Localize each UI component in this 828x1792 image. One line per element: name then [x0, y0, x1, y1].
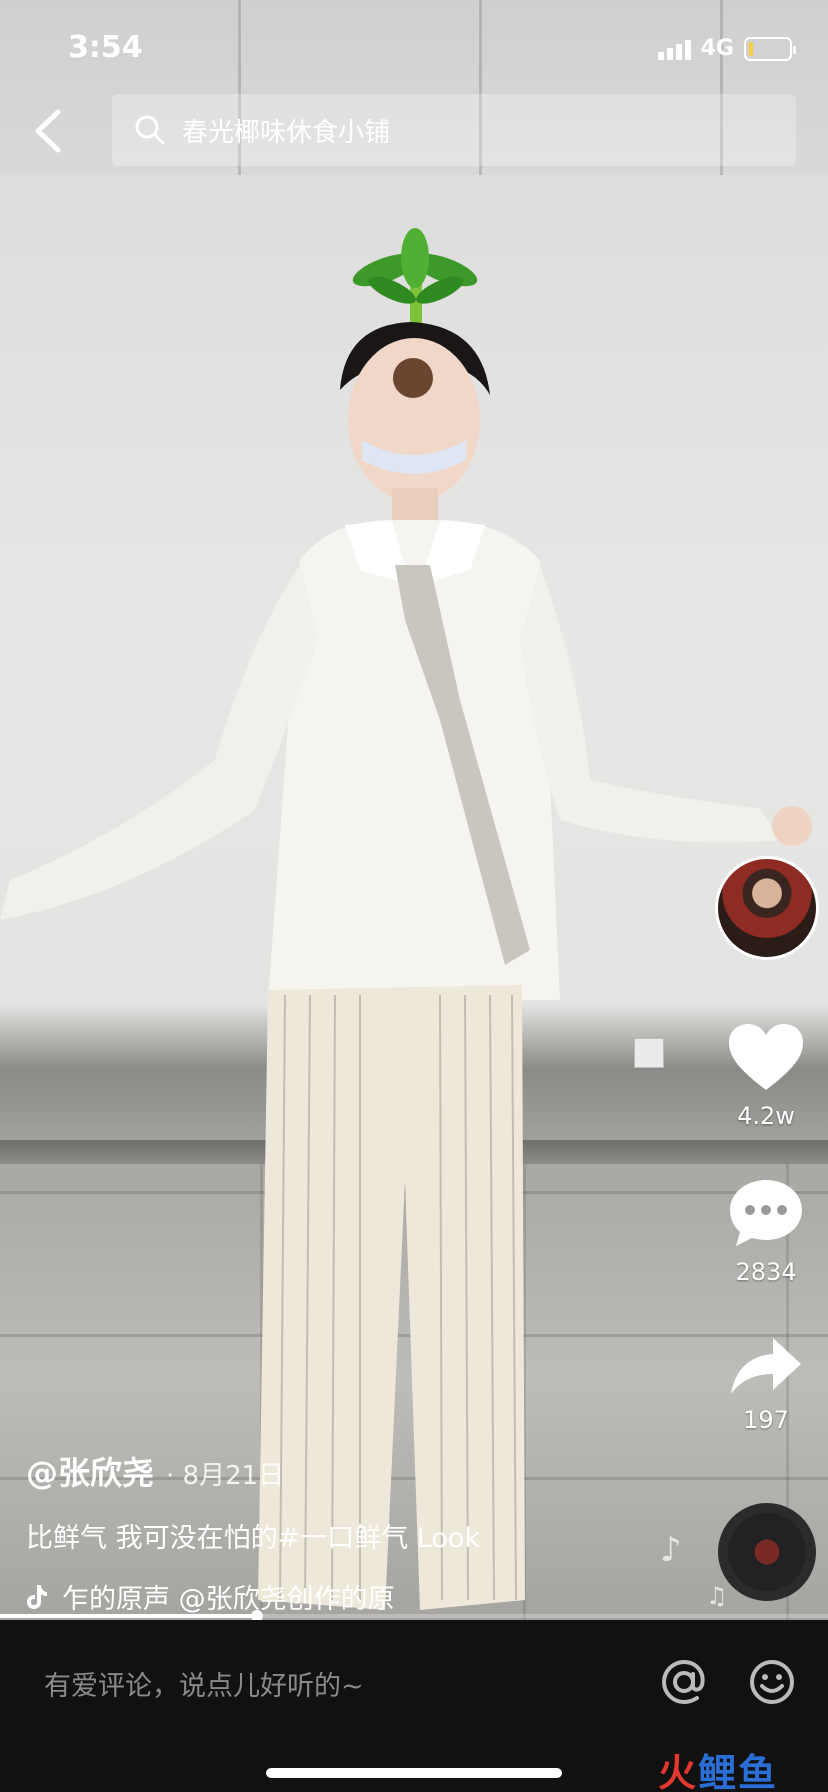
author-name[interactable]: @张欣尧	[26, 1448, 154, 1494]
post-date: · 8月21日	[166, 1461, 285, 1491]
creator-avatar[interactable]	[715, 856, 819, 960]
comment-icon	[730, 1180, 802, 1246]
battery-icon	[744, 36, 796, 61]
emoji-icon	[750, 1660, 794, 1704]
video-caption: @张欣尧 · 8月21日 比鲜气 我可没在怕的#一口鲜气 Look 乍的原声 @…	[26, 1448, 666, 1616]
battery-fill	[749, 41, 753, 56]
palm-sticker	[352, 228, 478, 332]
signal-icon	[657, 38, 691, 60]
dancer-figure	[0, 228, 812, 1610]
share-button[interactable]: 197	[720, 1336, 812, 1434]
tiktok-note-icon	[27, 1584, 47, 1609]
watermark-part2: 鲤鱼	[698, 1751, 779, 1792]
comment-count: 2834	[735, 1258, 797, 1286]
video-progress-bar[interactable]	[0, 1610, 828, 1622]
heart-icon	[729, 1024, 803, 1090]
back-chevron-icon	[35, 109, 61, 153]
back-button[interactable]	[28, 106, 68, 156]
watermark-part1: 火	[658, 1751, 699, 1792]
author-row: @张欣尧 · 8月21日	[26, 1448, 666, 1494]
share-count: 197	[743, 1406, 789, 1434]
watermark-logo: 火鲤鱼	[658, 1742, 778, 1792]
music-note-icon: ♫	[706, 1582, 728, 1610]
music-title: 乍的原声 @张欣尧创作的原	[62, 1584, 395, 1615]
at-icon	[661, 1659, 705, 1705]
like-count: 4.2w	[737, 1102, 795, 1130]
like-button[interactable]: 4.2w	[720, 1022, 812, 1130]
music-disc[interactable]	[718, 1503, 816, 1601]
status-time: 3:54	[68, 30, 143, 65]
search-icon	[135, 115, 165, 145]
comment-bar: 有爱评论，说点儿好听的~ 火鲤鱼	[0, 1620, 828, 1792]
music-info[interactable]: 乍的原声 @张欣尧创作的原	[26, 1577, 436, 1616]
video-frame[interactable]	[0, 0, 828, 1620]
video-description[interactable]: 比鲜气 我可没在怕的#一口鲜气 Look	[26, 1516, 666, 1555]
emoji-button[interactable]	[748, 1658, 796, 1706]
progress-played	[0, 1614, 257, 1618]
status-indicators: 4G	[657, 36, 796, 61]
status-bar: 3:54 4G	[0, 0, 828, 90]
home-indicator[interactable]	[266, 1768, 562, 1778]
search-query: 春光椰味休食小铺	[182, 117, 391, 148]
music-note-icon: ♪	[660, 1530, 682, 1570]
share-icon	[731, 1338, 801, 1394]
search-bar[interactable]: 春光椰味休食小铺	[112, 94, 796, 166]
comment-button[interactable]: 2834	[720, 1178, 812, 1286]
comment-input[interactable]: 有爱评论，说点儿好听的~	[44, 1664, 364, 1703]
mention-button[interactable]	[660, 1658, 708, 1706]
network-type: 4G	[700, 36, 734, 61]
